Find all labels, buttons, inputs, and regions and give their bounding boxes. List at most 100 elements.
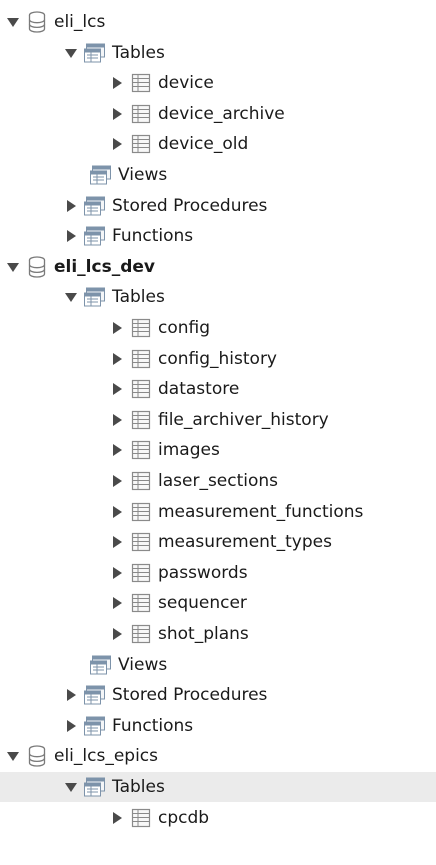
table-icon [130, 439, 152, 461]
tree-node-label: shot_plans [158, 624, 249, 644]
tree-node-folder-tables[interactable]: Tables [0, 772, 436, 802]
triangle-right-icon[interactable] [64, 688, 78, 702]
triangle-down-icon[interactable] [64, 780, 78, 794]
tree-node-label: measurement_functions [158, 501, 364, 522]
triangle-right-icon[interactable] [110, 352, 124, 366]
triangle-right-icon[interactable] [110, 474, 124, 488]
tree-node-label: Functions [112, 715, 194, 736]
table-icon [130, 409, 152, 431]
triangle-right-icon[interactable] [110, 443, 124, 457]
triangle-right-icon[interactable] [110, 107, 124, 121]
tree-node-label: images [158, 440, 220, 461]
triangle-right-icon[interactable] [110, 76, 124, 90]
table-icon [130, 470, 152, 492]
triangle-down-icon[interactable] [6, 749, 20, 763]
tree-node-folder-functions[interactable]: Functions [0, 711, 436, 741]
tree-node-table-config[interactable]: config [0, 313, 436, 343]
tree-node-folder-views[interactable]: Views [0, 650, 436, 680]
triangle-right-icon[interactable] [110, 811, 124, 825]
tree-node-label: config [158, 318, 211, 338]
tree-node-table-images[interactable]: images [0, 435, 436, 465]
database-icon [26, 11, 48, 33]
tree-node-label: cpcdb [158, 807, 210, 828]
triangle-down-icon[interactable] [6, 15, 20, 29]
triangle-right-icon[interactable] [110, 505, 124, 519]
tree-node-label: file_archiver_history [158, 409, 329, 430]
tree-node-table-datastore[interactable]: datastore [0, 374, 436, 404]
table-icon [130, 562, 152, 584]
triangle-down-icon[interactable] [64, 46, 78, 60]
triangle-right-icon[interactable] [64, 229, 78, 243]
tree-node-label: device_old [158, 134, 249, 155]
table-icon [130, 592, 152, 614]
tree-node-table-file-archiver-history[interactable]: file_archiver_history [0, 405, 436, 435]
triangle-right-icon[interactable] [110, 321, 124, 335]
triangle-right-icon[interactable] [110, 413, 124, 427]
tree-node-folder-stored-procedures[interactable]: Stored Procedures [0, 191, 436, 221]
triangle-right-icon[interactable] [110, 596, 124, 610]
schema-tree: eli_lcs Tables device device_archive device_… [0, 0, 436, 865]
tree-node-schema-eli-lcs-dev[interactable]: eli_lcs_dev [0, 252, 436, 282]
database-icon [26, 256, 48, 278]
triangle-right-icon[interactable] [110, 137, 124, 151]
triangle-right-icon[interactable] [110, 627, 124, 641]
tree-node-folder-tables[interactable]: Tables [0, 38, 436, 68]
tree-node-table-measurement-functions[interactable]: measurement_functions [0, 497, 436, 527]
tree-node-table-device-archive[interactable]: device_archive [0, 99, 436, 129]
table-icon [130, 807, 152, 829]
tree-node-label: Views [118, 165, 168, 185]
table-icon [130, 348, 152, 370]
tree-node-label: Views [118, 654, 168, 675]
tree-node-table-device[interactable]: device [0, 68, 436, 98]
tree-node-label: Tables [112, 42, 165, 63]
tree-node-folder-views[interactable]: Views [0, 160, 436, 190]
table-icon [130, 133, 152, 155]
tree-node-table-shot-plans[interactable]: shot_plans [0, 619, 436, 649]
triangle-down-icon[interactable] [64, 290, 78, 304]
folder-icon [84, 684, 106, 706]
triangle-down-icon[interactable] [6, 260, 20, 274]
tree-node-label: device_archive [158, 103, 285, 124]
tree-node-label: sequencer [158, 593, 247, 614]
folder-icon [84, 776, 106, 798]
triangle-right-icon[interactable] [64, 199, 78, 213]
table-icon [130, 501, 152, 523]
table-icon [130, 531, 152, 553]
folder-icon [84, 715, 106, 737]
folder-icon [84, 286, 106, 308]
table-icon [130, 623, 152, 645]
tree-node-table-measurement-types[interactable]: measurement_types [0, 527, 436, 557]
table-icon [130, 72, 152, 94]
triangle-right-icon[interactable] [110, 382, 124, 396]
triangle-right-icon[interactable] [110, 535, 124, 549]
folder-icon [84, 195, 106, 217]
tree-node-label: measurement_types [158, 532, 332, 553]
folder-icon [90, 164, 112, 186]
tree-node-folder-functions[interactable]: Functions [0, 221, 436, 251]
folder-icon [84, 225, 106, 247]
tree-node-schema-eli-lcs-epics[interactable]: eli_lcs_epics [0, 741, 436, 771]
triangle-right-icon[interactable] [64, 719, 78, 733]
tree-node-label: config_history [158, 348, 277, 369]
table-icon [130, 378, 152, 400]
tree-node-table-passwords[interactable]: passwords [0, 558, 436, 588]
tree-node-label: passwords [158, 562, 248, 583]
tree-node-table-device-old[interactable]: device_old [0, 129, 436, 159]
tree-node-table-cpcdb[interactable]: cpcdb [0, 803, 436, 833]
tree-node-label: eli_lcs_dev [54, 256, 155, 277]
triangle-right-icon[interactable] [110, 566, 124, 580]
tree-node-table-config-history[interactable]: config_history [0, 344, 436, 374]
tree-node-label: eli_lcs [54, 12, 106, 32]
tree-node-label: Stored Procedures [112, 685, 268, 706]
tree-node-label: Tables [112, 287, 165, 308]
tree-node-folder-stored-procedures[interactable]: Stored Procedures [0, 680, 436, 710]
database-icon [26, 745, 48, 768]
tree-node-folder-tables[interactable]: Tables [0, 282, 436, 312]
tree-node-label: datastore [158, 379, 240, 400]
tree-node-label: Tables [112, 777, 165, 797]
table-icon [130, 317, 152, 339]
tree-node-schema-eli-lcs[interactable]: eli_lcs [0, 7, 436, 37]
tree-node-table-sequencer[interactable]: sequencer [0, 588, 436, 618]
tree-node-table-laser-sections[interactable]: laser_sections [0, 466, 436, 496]
tree-node-label: device [158, 73, 214, 94]
